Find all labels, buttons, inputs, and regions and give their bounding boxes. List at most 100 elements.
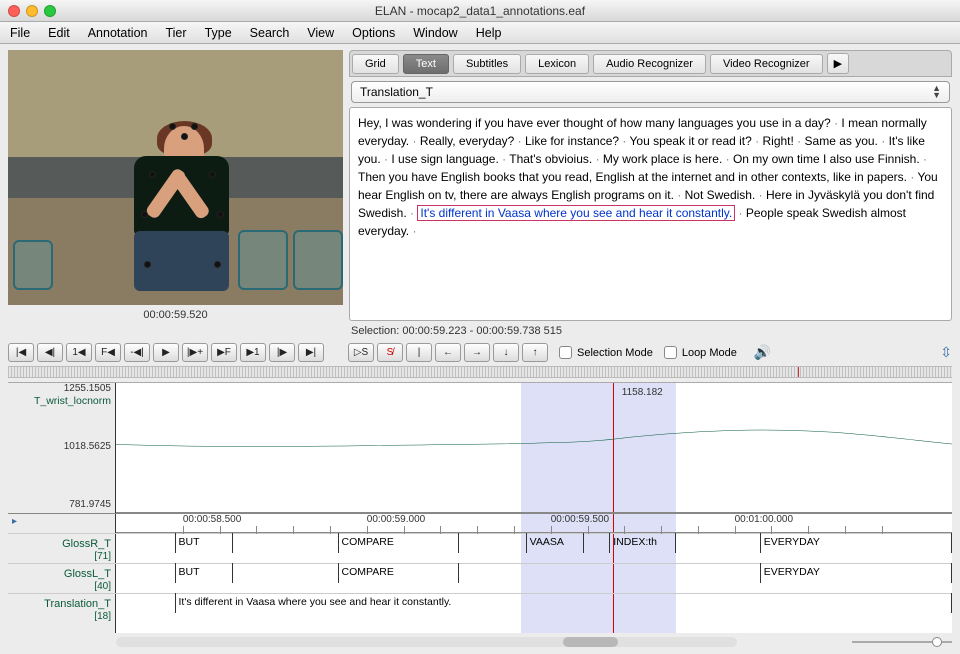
menu-window[interactable]: Window — [413, 26, 457, 40]
annotation-segment[interactable]: You speak it or read it? — [630, 134, 752, 148]
tab-subtitles[interactable]: Subtitles — [453, 54, 521, 74]
menu-annotation[interactable]: Annotation — [88, 26, 148, 40]
tier-count: [71] — [94, 551, 111, 562]
btn-glyph-icon: ▶1 — [246, 347, 259, 358]
annotation[interactable]: BUT — [175, 536, 234, 550]
tick-line — [183, 526, 184, 534]
sel-btn-3[interactable]: ← — [435, 343, 461, 362]
play-btn-4[interactable]: -◀| — [124, 343, 150, 362]
sel-btn-4[interactable]: → — [464, 343, 490, 362]
slider-knob[interactable] — [932, 637, 942, 647]
segment-separator: · — [722, 152, 733, 166]
annotation-segment[interactable]: Same as you. — [805, 134, 878, 148]
tab-grid[interactable]: Grid — [352, 54, 399, 74]
annotation-segment[interactable]: I use sign language. — [391, 152, 498, 166]
annotation[interactable]: It's different in Vaasa where you see an… — [175, 596, 952, 610]
tick-line — [624, 526, 625, 534]
menu-search[interactable]: Search — [250, 26, 290, 40]
tick-line — [477, 526, 478, 534]
play-btn-3[interactable]: F◀ — [95, 343, 121, 362]
tab-video-recognizer[interactable]: Video Recognizer — [710, 54, 823, 74]
btn-glyph-icon: ← — [443, 347, 453, 358]
annotation-segment[interactable]: Hey, I was wondering if you have ever th… — [358, 116, 831, 130]
loop-mode-checkbox[interactable]: Loop Mode — [664, 346, 737, 359]
time-tick: 00:01:00.000 — [735, 514, 793, 525]
volume-icon[interactable]: 🔊 — [754, 344, 771, 361]
play-btn-2[interactable]: 1◀ — [66, 343, 92, 362]
menu-edit[interactable]: Edit — [48, 26, 70, 40]
play-btn-9[interactable]: |▶ — [269, 343, 295, 362]
sel-btn-5[interactable]: ↓ — [493, 343, 519, 362]
tier-name: GlossL_T — [64, 568, 111, 580]
annotation-segment[interactable]: On my own time I also use Finnish. — [733, 152, 920, 166]
annotation-segment[interactable]: Not Swedish. — [685, 188, 756, 202]
tier-row: GlossR_T[71] BUT COMPARE VAASA INDEX:th EVERY… — [8, 533, 952, 563]
annotation[interactable]: EVERYDAY — [760, 566, 952, 580]
menu-view[interactable]: View — [307, 26, 334, 40]
annotation-segment[interactable]: Really, everyday? — [420, 134, 515, 148]
segment-separator: · — [794, 134, 805, 148]
viewer-tab-row: Grid Text Subtitles Lexicon Audio Recogn… — [349, 50, 952, 77]
btn-glyph-icon: ▶| — [306, 347, 316, 358]
annotation-segment[interactable]: Then you have English books that you rea… — [358, 170, 907, 184]
btn-glyph-icon: ▶F — [217, 347, 231, 358]
annotation[interactable]: COMPARE — [338, 536, 459, 550]
annotation[interactable]: COMPARE — [338, 566, 459, 580]
tier-count: [40] — [94, 581, 111, 592]
horizontal-scrollbar[interactable] — [116, 637, 737, 647]
menu-options[interactable]: Options — [352, 26, 395, 40]
text-viewer-panel[interactable]: Hey, I was wondering if you have ever th… — [349, 107, 952, 321]
play-btn-10[interactable]: ▶| — [298, 343, 324, 362]
tier-label-col[interactable]: GlossR_T[71] — [8, 534, 116, 563]
annotation-segment[interactable]: My work place is here. — [603, 152, 722, 166]
menu-file[interactable]: File — [10, 26, 30, 40]
annotation-segment[interactable]: That's obvioius. — [509, 152, 592, 166]
play-btn-5[interactable]: ▶ — [153, 343, 179, 362]
annotation[interactable]: VAASA — [526, 536, 585, 550]
btn-glyph-icon: |▶ — [277, 347, 287, 358]
sel-btn-0[interactable]: ▷S — [348, 343, 374, 362]
tier-label-col[interactable]: GlossL_T[40] — [8, 564, 116, 593]
annotation[interactable]: BUT — [175, 566, 234, 580]
tab-overflow-arrow-icon[interactable]: ▶ — [827, 53, 849, 74]
zoom-slider[interactable] — [852, 637, 952, 647]
selected-annotation[interactable]: It's different in Vaasa where you see an… — [417, 205, 735, 221]
menu-tier[interactable]: Tier — [165, 26, 186, 40]
tab-text[interactable]: Text — [403, 54, 449, 74]
annotation[interactable]: EVERYDAY — [760, 536, 952, 550]
play-btn-7[interactable]: ▶F — [211, 343, 237, 362]
selection-mode-checkbox[interactable]: Selection Mode — [559, 346, 653, 359]
tab-audio-recognizer[interactable]: Audio Recognizer — [593, 54, 706, 74]
tick-line — [404, 526, 405, 534]
divider-drag-icon[interactable]: ⇳ — [940, 344, 952, 361]
signal-viewer[interactable]: 1158.182 — [116, 383, 952, 513]
menu-help[interactable]: Help — [476, 26, 502, 40]
tick-line — [367, 526, 368, 534]
video-viewer[interactable] — [8, 50, 343, 305]
tier-track[interactable]: It's different in Vaasa where you see an… — [116, 594, 952, 633]
checkbox-icon — [559, 346, 572, 359]
scrollbar-thumb[interactable] — [563, 637, 618, 647]
time-ruler[interactable]: 00:00:58.50000:00:59.00000:00:59.50000:0… — [116, 514, 952, 533]
tier-track[interactable]: BUT COMPARE VAASA INDEX:th EVERYDAY — [116, 534, 952, 563]
timeline-area: 1255.1505 T_wrist_locnorm 1018.5625 781.… — [8, 382, 952, 633]
sel-btn-2[interactable]: | — [406, 343, 432, 362]
segment-separator: · — [407, 206, 418, 220]
segment-separator: · — [619, 134, 629, 148]
tier-label-col[interactable]: Translation_T[18] — [8, 594, 116, 633]
menu-type[interactable]: Type — [205, 26, 232, 40]
sel-btn-6[interactable]: ↑ — [522, 343, 548, 362]
tick-line — [698, 526, 699, 534]
annotation-segment[interactable]: Like for instance? — [525, 134, 619, 148]
play-btn-1[interactable]: ◀| — [37, 343, 63, 362]
annotation-segment[interactable]: Right! — [762, 134, 793, 148]
play-btn-6[interactable]: |▶+ — [182, 343, 208, 362]
tier-select-dropdown[interactable]: Translation_T ▲▼ — [351, 81, 950, 103]
play-btn-8[interactable]: ▶1 — [240, 343, 266, 362]
tier-track[interactable]: BUT COMPARE EVERYDAY — [116, 564, 952, 593]
tab-lexicon[interactable]: Lexicon — [525, 54, 589, 74]
play-btn-0[interactable]: |◀ — [8, 343, 34, 362]
annotation-density-strip[interactable] — [8, 366, 952, 378]
annotation[interactable]: INDEX:th — [609, 536, 676, 550]
sel-btn-1[interactable]: S̸ — [377, 343, 403, 362]
